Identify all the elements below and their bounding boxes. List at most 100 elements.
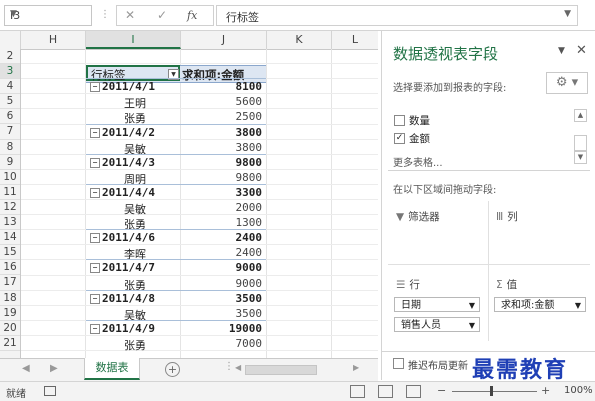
prev-sheet-icon[interactable]: ◀ (22, 363, 30, 374)
row-header[interactable]: 7 (0, 124, 20, 140)
collapse-icon[interactable]: − (90, 263, 100, 274)
name-box[interactable]: I3 ▼ (4, 5, 92, 26)
defer-layout-update[interactable]: 推迟布局更新 (393, 357, 468, 372)
checkbox-checked[interactable]: ✓ (394, 133, 405, 144)
scroll-thumb[interactable] (574, 135, 587, 151)
insert-function-icon[interactable]: fx (187, 9, 197, 22)
page-break-view-icon[interactable] (406, 385, 421, 398)
row-header[interactable]: 13 (0, 215, 20, 231)
more-tables-link[interactable]: 更多表格... (393, 154, 443, 169)
row-header[interactable]: 10 (0, 170, 20, 185)
chevron-down-icon[interactable]: ▼ (469, 298, 475, 313)
next-sheet-icon[interactable]: ▶ (50, 363, 58, 374)
zoom-level[interactable]: 100% (564, 385, 593, 396)
row-header[interactable]: 12 (0, 200, 20, 216)
checkbox[interactable] (393, 358, 404, 369)
pivot-name-row[interactable]: 周明 9800 (86, 170, 266, 186)
pivot-date-row[interactable]: −2011/4/2 3800 (86, 125, 266, 140)
collapse-icon[interactable]: − (90, 323, 100, 334)
scroll-thumb[interactable] (245, 365, 317, 375)
pivot-name-row[interactable]: 吴敏 2000 (86, 200, 266, 216)
chevron-down-icon[interactable]: ▼ (10, 9, 87, 19)
collapse-icon[interactable]: − (90, 157, 100, 168)
field-list-scrollbar[interactable]: ▲ ▼ (574, 109, 587, 167)
chevron-down-icon[interactable]: ▼ (575, 298, 581, 313)
zoom-slider-thumb[interactable] (490, 386, 493, 396)
pivot-date-row[interactable]: −2011/4/8 3500 (86, 291, 266, 306)
row-header[interactable]: 21 (0, 336, 20, 351)
row-header[interactable]: 18 (0, 291, 20, 306)
horizontal-scrollbar[interactable]: ◀ ▶ (235, 363, 360, 375)
row-header[interactable]: 6 (0, 109, 20, 125)
scroll-down-icon[interactable]: ▼ (574, 151, 587, 164)
pivot-row-text: 2011/4/7 (102, 261, 155, 275)
close-icon[interactable]: ✕ (576, 43, 587, 58)
row-header[interactable]: 9 (0, 155, 20, 170)
worksheet-grid[interactable]: H I J K L 2 3 4 5 6 7 8 9 10 11 12 13 14 15 16 17 18 19 20… (0, 31, 378, 358)
row-header[interactable]: 20 (0, 321, 20, 336)
gear-icon[interactable]: ⚙ ▾ (546, 72, 588, 94)
pivot-name-row[interactable]: 李晖 2400 (86, 245, 266, 261)
pane-title: 数据透视表字段 (393, 45, 499, 63)
scroll-left-icon[interactable]: ◀ (235, 363, 241, 372)
row-header[interactable]: 15 (0, 245, 20, 261)
select-all-corner[interactable] (0, 31, 21, 49)
zoom-in-icon[interactable]: + (541, 384, 550, 397)
row-field-date[interactable]: 日期 ▼ (394, 297, 480, 312)
column-header-i[interactable]: I (86, 31, 181, 49)
row-header[interactable]: 3 (0, 64, 20, 80)
cancel-icon[interactable]: ✕ (125, 8, 135, 22)
row-header[interactable]: 2 (0, 49, 20, 65)
row-header[interactable]: 14 (0, 230, 20, 246)
checkbox[interactable] (394, 115, 405, 126)
pivot-name-row[interactable]: 王明 5600 (86, 94, 266, 110)
cell-area[interactable]: 行标签 ▼ 求和项:金额 −2011/4/1 8100 王明 5600 张勇 2500−2… (21, 49, 378, 358)
column-header-l[interactable]: L (332, 31, 378, 49)
collapse-icon[interactable]: − (90, 293, 100, 304)
zoom-slider[interactable] (452, 391, 537, 392)
pivot-row-value: 3800 (235, 125, 263, 139)
pivot-date-row[interactable]: −2011/4/9 19000 (86, 321, 266, 336)
column-header-h[interactable]: H (21, 31, 86, 49)
row-header[interactable]: 11 (0, 185, 20, 200)
column-header-j[interactable]: J (181, 31, 267, 49)
pivot-name-row[interactable]: 吴敏 3800 (86, 140, 266, 156)
pivot-date-row[interactable]: −2011/4/4 3300 (86, 185, 266, 200)
macro-record-icon[interactable] (44, 386, 56, 396)
pivot-date-row[interactable]: −2011/4/3 9800 (86, 155, 266, 170)
row-header[interactable]: 19 (0, 306, 20, 321)
row-field-salesperson[interactable]: 销售人员 ▼ (394, 317, 480, 332)
pivot-date-row[interactable]: −2011/4/1 8100 (86, 79, 266, 94)
collapse-icon[interactable]: − (90, 82, 100, 93)
pane-options-icon[interactable]: ▼ (558, 46, 565, 56)
add-sheet-icon[interactable]: + (165, 362, 180, 377)
pivot-date-row[interactable]: −2011/4/7 9000 (86, 260, 266, 275)
scroll-right-icon[interactable]: ▶ (353, 363, 359, 372)
column-header-k[interactable]: K (267, 31, 332, 49)
collapse-icon[interactable]: − (90, 127, 100, 138)
chevron-down-icon[interactable]: ▼ (469, 318, 475, 333)
value-field-sum-amount[interactable]: 求和项:金额 ▼ (494, 297, 586, 312)
collapse-icon[interactable]: − (90, 233, 100, 244)
scroll-up-icon[interactable]: ▲ (574, 109, 587, 122)
row-header[interactable]: 16 (0, 260, 20, 276)
formula-input[interactable]: 行标签 ▼ (216, 5, 578, 26)
expand-formula-icon[interactable]: ▼ (564, 9, 571, 19)
enter-icon[interactable]: ✓ (157, 8, 167, 22)
pivot-name-row[interactable]: 张勇 9000 (86, 276, 266, 292)
pivot-date-row[interactable]: −2011/4/6 2400 (86, 230, 266, 245)
pivot-row-label: −2011/4/8 (90, 292, 155, 305)
collapse-icon[interactable]: − (90, 187, 100, 198)
pivot-name-row[interactable]: 吴敏 3500 (86, 306, 266, 322)
pivot-name-row[interactable]: 张勇 1300 (86, 215, 266, 231)
pivot-name-row[interactable]: 张勇 2500 (86, 109, 266, 125)
row-header[interactable]: 17 (0, 275, 20, 291)
row-header[interactable]: 4 (0, 79, 20, 95)
row-header[interactable]: 5 (0, 94, 20, 110)
pivot-name-row[interactable]: 张勇 7000 (86, 336, 266, 352)
sheet-tab-data[interactable]: 数据表 (84, 358, 140, 380)
page-layout-view-icon[interactable] (378, 385, 393, 398)
row-header[interactable]: 8 (0, 140, 20, 155)
zoom-out-icon[interactable]: − (437, 384, 446, 397)
normal-view-icon[interactable] (350, 385, 365, 398)
